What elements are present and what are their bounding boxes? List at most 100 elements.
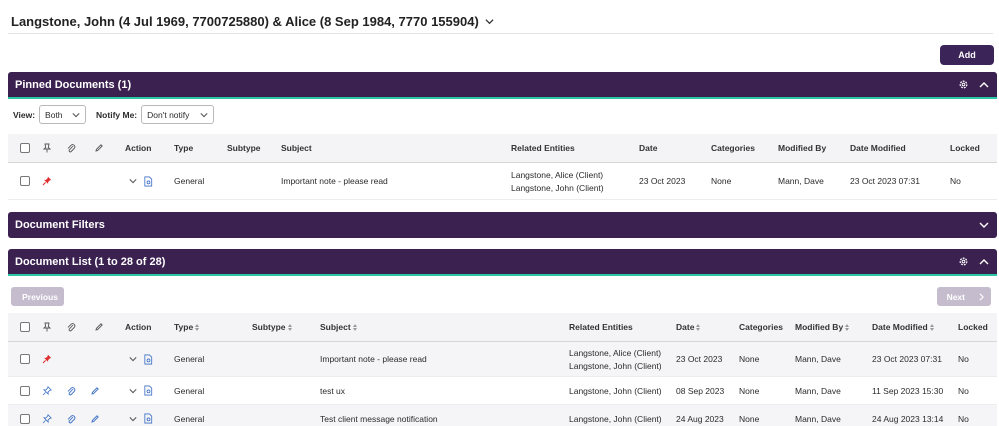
add-button[interactable]: Add bbox=[940, 45, 994, 65]
view-select[interactable]: Both bbox=[39, 105, 87, 124]
chevron-down-icon[interactable] bbox=[129, 387, 137, 395]
header-modified-by[interactable]: Modified By bbox=[795, 313, 850, 341]
row-actions bbox=[129, 163, 154, 199]
header-categories: Categories bbox=[711, 143, 755, 153]
paperclip-icon[interactable] bbox=[66, 405, 76, 426]
row-checkbox[interactable] bbox=[20, 413, 30, 424]
header-subject: Subject bbox=[281, 143, 312, 153]
document-filters-title: Document Filters bbox=[15, 219, 105, 231]
cell-date: 24 Aug 2023 bbox=[676, 413, 724, 424]
sort-icon bbox=[929, 323, 934, 331]
document-view-icon[interactable] bbox=[143, 354, 154, 365]
cell-subject[interactable]: Important note - please read bbox=[281, 163, 388, 199]
header-modified-by: Modified By bbox=[778, 143, 827, 153]
chevron-down-icon[interactable] bbox=[129, 415, 137, 423]
pinned-icon[interactable] bbox=[42, 342, 52, 376]
select-all-checkbox[interactable] bbox=[20, 322, 30, 332]
chevron-down-icon[interactable] bbox=[129, 355, 137, 363]
table-row[interactable]: General Test client message notification… bbox=[8, 405, 997, 426]
cell-date-modified: 23 Oct 2023 07:31 bbox=[850, 176, 920, 186]
pinned-documents-table: Action Type Subtype Subject Related Enti… bbox=[8, 134, 997, 200]
document-view-icon[interactable] bbox=[143, 413, 154, 424]
pinned-icon[interactable] bbox=[42, 163, 52, 199]
gear-icon[interactable] bbox=[958, 79, 969, 90]
pinned-documents-header[interactable]: Pinned Documents (1) bbox=[8, 72, 997, 99]
chevron-down-icon bbox=[72, 112, 80, 117]
header-subject[interactable]: Subject bbox=[320, 313, 357, 341]
pencil-icon bbox=[94, 134, 104, 162]
header-type[interactable]: Type bbox=[174, 313, 200, 341]
header-date[interactable]: Date bbox=[676, 313, 701, 341]
table-row[interactable]: General Important note - please read Lan… bbox=[8, 342, 997, 377]
cell-date-modified: 11 Sep 2023 15:30 bbox=[872, 385, 944, 396]
header-date-modified: Date Modified bbox=[850, 143, 906, 153]
cell-date-modified: 24 Aug 2023 13:14 bbox=[872, 413, 944, 424]
cell-date: 23 Oct 2023 bbox=[676, 354, 723, 364]
chevron-right-icon bbox=[979, 292, 984, 301]
chevron-up-icon[interactable] bbox=[979, 257, 989, 267]
paperclip-icon[interactable] bbox=[66, 377, 76, 404]
cell-categories: None bbox=[739, 385, 760, 396]
related-entity[interactable]: Langstone, John (Client) bbox=[569, 361, 662, 371]
related-entity[interactable]: Langstone, Alice (Client) bbox=[569, 348, 661, 358]
cell-subject[interactable]: Test client message notification bbox=[320, 405, 438, 426]
document-view-icon[interactable] bbox=[143, 176, 154, 187]
cell-modified-by: Mann, Dave bbox=[778, 176, 824, 186]
next-button[interactable]: Next bbox=[937, 287, 991, 306]
cell-type: General bbox=[174, 176, 205, 186]
paperclip-icon bbox=[66, 134, 76, 162]
sort-icon bbox=[845, 323, 850, 331]
row-checkbox[interactable] bbox=[20, 385, 30, 396]
client-title: Langstone, John (4 Jul 1969, 7700725880)… bbox=[11, 13, 479, 29]
cell-subject[interactable]: Important note - please read bbox=[320, 342, 427, 376]
cell-locked: No bbox=[950, 176, 961, 186]
header-date-modified[interactable]: Date Modified bbox=[872, 313, 934, 341]
document-view-icon[interactable] bbox=[143, 385, 154, 396]
header-related-entities: Related Entities bbox=[511, 143, 575, 153]
cell-locked: No bbox=[958, 385, 969, 396]
table-row[interactable]: General Important note - please read Lan… bbox=[8, 163, 997, 200]
pencil-icon[interactable] bbox=[90, 405, 100, 426]
header-subtype[interactable]: Subtype bbox=[252, 313, 292, 341]
cell-related-entities: Langstone, Alice (Client) Langstone, Joh… bbox=[569, 342, 662, 376]
row-checkbox[interactable] bbox=[20, 176, 30, 186]
cell-related-entities[interactable]: Langstone, John (Client) bbox=[569, 377, 662, 404]
previous-button[interactable]: Previous bbox=[11, 287, 64, 306]
document-list-header[interactable]: Document List (1 to 28 of 28) bbox=[8, 249, 997, 276]
document-filters-header[interactable]: Document Filters bbox=[8, 212, 997, 238]
cell-categories: None bbox=[711, 176, 732, 186]
pinned-controls: View: Both Notify Me: Don't notify bbox=[13, 105, 215, 124]
cell-modified-by: Mann, Dave bbox=[795, 413, 841, 424]
chevron-up-icon[interactable] bbox=[979, 80, 989, 90]
client-header[interactable]: Langstone, John (4 Jul 1969, 7700725880)… bbox=[11, 12, 494, 30]
sort-icon bbox=[195, 323, 200, 331]
cell-related-entities: Langstone, Alice (Client) Langstone, Joh… bbox=[511, 163, 604, 199]
pencil-icon[interactable] bbox=[90, 377, 100, 404]
chevron-down-icon[interactable] bbox=[485, 17, 494, 26]
chevron-down-icon[interactable] bbox=[129, 177, 137, 185]
table-row[interactable]: General test ux Langstone, John (Client)… bbox=[8, 377, 997, 405]
notify-select[interactable]: Don't notify bbox=[141, 105, 215, 124]
cell-related-entities[interactable]: Langstone, John (Client) bbox=[569, 405, 662, 426]
select-all-checkbox[interactable] bbox=[20, 143, 30, 153]
header-related-entities: Related Entities bbox=[569, 322, 633, 332]
pin-column-icon bbox=[42, 134, 52, 162]
view-select-value: Both bbox=[45, 109, 63, 120]
pencil-icon bbox=[94, 313, 104, 341]
cell-locked: No bbox=[958, 354, 969, 364]
gear-icon[interactable] bbox=[958, 256, 969, 267]
cell-date-modified: 23 Oct 2023 07:31 bbox=[872, 354, 942, 364]
cell-subject[interactable]: test ux bbox=[320, 377, 345, 404]
pinned-documents-title: Pinned Documents (1) bbox=[15, 78, 132, 91]
related-entity[interactable]: Langstone, John (Client) bbox=[511, 183, 604, 193]
related-entity[interactable]: Langstone, Alice (Client) bbox=[511, 170, 603, 180]
pin-toggle-icon[interactable] bbox=[42, 405, 52, 426]
pin-toggle-icon[interactable] bbox=[42, 377, 52, 404]
row-actions bbox=[129, 405, 154, 426]
header-divider bbox=[8, 33, 993, 34]
cell-date: 08 Sep 2023 bbox=[676, 385, 725, 396]
chevron-down-icon[interactable] bbox=[979, 220, 989, 230]
sort-icon bbox=[696, 323, 701, 331]
cell-locked: No bbox=[958, 413, 969, 424]
row-checkbox[interactable] bbox=[20, 354, 30, 364]
